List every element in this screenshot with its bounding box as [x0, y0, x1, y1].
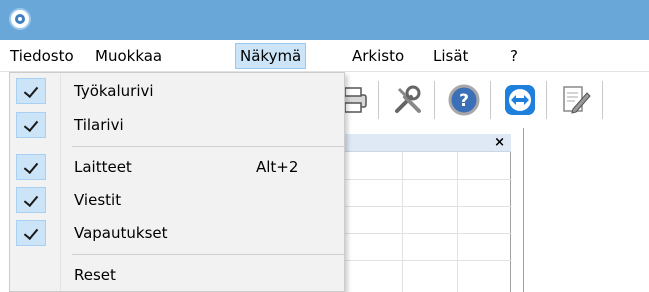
menu-item-reset[interactable]: Reset [10, 259, 344, 291]
checkmark-icon [16, 112, 46, 138]
title-bar [0, 0, 649, 40]
menu-view[interactable]: Näkymä [235, 43, 307, 69]
menu-item-label: Vapautukset [74, 224, 168, 242]
menu-item-devices[interactable]: Laitteet Alt+2 [10, 151, 344, 183]
panel-header: × [345, 134, 511, 152]
tools-icon[interactable] [391, 83, 425, 117]
menu-archive[interactable]: Arkisto [348, 43, 408, 69]
checkmark-icon [16, 154, 46, 180]
main-workspace[interactable] [523, 128, 649, 292]
menu-separator [72, 146, 344, 147]
toolbar-separator [378, 81, 379, 119]
remote-support-icon[interactable] [503, 83, 537, 117]
checkmark-icon [16, 220, 46, 246]
menu-item-label: Reset [74, 266, 116, 284]
menu-help[interactable]: ? [506, 43, 522, 69]
menu-item-releases[interactable]: Vapautukset [10, 217, 344, 249]
menu-item-shortcut: Alt+2 [256, 158, 299, 176]
menu-edit[interactable]: Muokkaa [91, 43, 166, 69]
application-window: Tiedosto Muokkaa Näkymä Arkisto Lisät ? … [0, 0, 649, 292]
toolbar-separator [602, 81, 603, 119]
toolbar-separator [490, 81, 491, 119]
checkmark-icon [16, 78, 46, 104]
toolbar-separator [546, 81, 547, 119]
grid-row-divider [345, 260, 511, 261]
grid-row-divider [345, 206, 511, 207]
grid-row-divider [345, 233, 511, 234]
menu-item-label: Tilarivi [74, 116, 124, 134]
grid-column-divider [402, 152, 403, 292]
help-icon[interactable]: ? [447, 83, 481, 117]
grid-row-divider [345, 179, 511, 180]
menu-separator [72, 254, 344, 255]
checkmark-icon [16, 187, 46, 213]
app-logo-icon[interactable] [9, 8, 31, 30]
close-icon[interactable]: × [494, 134, 505, 152]
devices-panel: × [345, 134, 511, 292]
toolbar-separator [434, 81, 435, 119]
menu-item-label: Viestit [74, 191, 122, 209]
menu-bar: Tiedosto Muokkaa Näkymä Arkisto Lisät ? [0, 40, 649, 72]
menu-item-label: Laitteet [74, 158, 132, 176]
menu-item-label: Työkalurivi [74, 82, 154, 100]
view-menu-dropdown: Työkalurivi Tilarivi Laitteet Alt+2 Vies… [9, 72, 345, 292]
menu-item-toolbar[interactable]: Työkalurivi [10, 75, 344, 107]
menu-extras[interactable]: Lisät [429, 43, 472, 69]
menu-file[interactable]: Tiedosto [6, 43, 78, 69]
grid-column-divider [457, 152, 458, 292]
menu-item-messages[interactable]: Viestit [10, 184, 344, 216]
edit-document-icon[interactable] [559, 83, 593, 117]
menu-item-statusbar[interactable]: Tilarivi [10, 109, 344, 141]
svg-text:?: ? [459, 91, 469, 111]
